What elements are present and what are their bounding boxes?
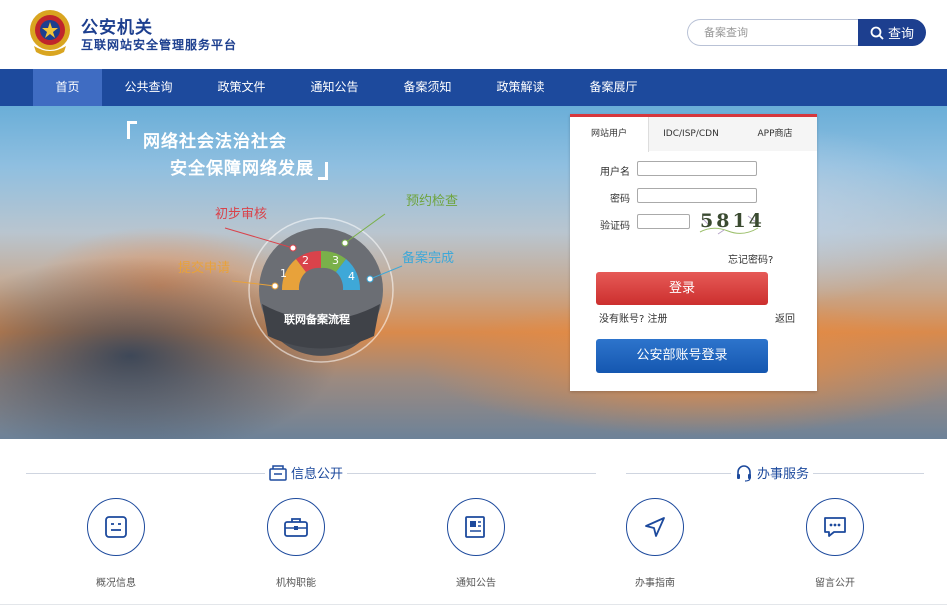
newspaper-icon [465, 516, 485, 538]
search-box [687, 19, 859, 46]
captcha-input[interactable] [637, 214, 690, 229]
nav-item-policy-interpretation[interactable]: 政策解读 [486, 69, 555, 106]
service-org-circle [267, 498, 325, 556]
service-guide-label: 办事指南 [635, 578, 675, 589]
service-guide-circle [626, 498, 684, 556]
login-tabs: 网站用户 IDC/ISP/CDN APP商店 [570, 117, 817, 152]
slogan-line-2: 安全保障网络发展 [170, 159, 314, 179]
main-nav: 首页 公共查询 政策文件 通知公告 备案须知 政策解读 备案展厅 [0, 69, 947, 106]
info-section-label: 信息公开 [291, 467, 344, 482]
service-messages-circle [806, 498, 864, 556]
service-notices[interactable]: 通知公告 [416, 498, 536, 589]
process-wheel [224, 213, 403, 363]
service-guide[interactable]: 办事指南 [595, 498, 715, 589]
process-center-label: 联网备案流程 [284, 313, 350, 326]
service-overview[interactable]: 概况信息 [56, 498, 176, 589]
briefcase-icon [284, 518, 308, 537]
step-3-label: 预约检查 [406, 194, 459, 209]
nav-item-home[interactable]: 首页 [33, 69, 102, 106]
captcha-text: 5814 [700, 210, 765, 232]
login-panel: 网站用户 IDC/ISP/CDN APP商店 用户名 密码 验证码 5814 忘… [570, 114, 817, 391]
nav-item-filing-guide[interactable]: 备案须知 [393, 69, 462, 106]
site-subtitle: 互联网站安全管理服务平台 [81, 38, 238, 52]
site-title: 公安机关 [81, 18, 153, 38]
step-3-number: 3 [332, 254, 339, 267]
step-1-number: 1 [280, 267, 287, 280]
search-input[interactable] [704, 20, 854, 45]
headset-icon [737, 464, 751, 482]
captcha-image[interactable]: 5814 [698, 210, 762, 236]
police-account-login-button[interactable]: 公安部账号登录 [596, 339, 768, 373]
service-org-label: 机构职能 [276, 578, 316, 589]
tab-website-user[interactable]: 网站用户 [570, 117, 649, 152]
slogan-line-1: 网络社会法治社会 [143, 132, 287, 152]
search-button-label: 查询 [887, 27, 914, 42]
footer-divider [0, 604, 947, 605]
password-label: 密码 [610, 194, 630, 205]
info-section-title: 信息公开 [265, 463, 348, 482]
login-button[interactable]: 登录 [596, 272, 768, 305]
register-link[interactable]: 注册 [648, 314, 668, 325]
slogan-bracket-left [127, 121, 137, 139]
service-section-label: 办事服务 [757, 467, 810, 482]
tab-app-store[interactable]: APP商店 [733, 117, 817, 151]
nav-item-filing-showcase[interactable]: 备案展厅 [579, 69, 648, 106]
search-button[interactable]: 查询 [858, 19, 926, 46]
service-notices-circle [447, 498, 505, 556]
search-icon [870, 26, 884, 40]
back-link[interactable]: 返回 [775, 310, 795, 325]
step-2-number: 2 [302, 254, 309, 267]
nav-item-notices[interactable]: 通知公告 [300, 69, 369, 106]
police-emblem-icon [30, 10, 70, 56]
navigation-icon [645, 517, 665, 537]
service-overview-circle [87, 498, 145, 556]
service-notices-label: 通知公告 [456, 578, 496, 589]
filing-process-diagram: 1 2 3 4 提交申请 初步审核 预约检查 备案完成 联网备案流程 [160, 186, 480, 416]
service-overview-label: 概况信息 [96, 578, 136, 589]
no-account-row: 没有账号? 注册 [599, 310, 668, 325]
step-4-number: 4 [348, 270, 355, 283]
username-label: 用户名 [600, 167, 630, 178]
slogan-bracket-right [318, 162, 328, 180]
nav-item-public-query[interactable]: 公共查询 [114, 69, 183, 106]
captcha-label: 验证码 [600, 221, 630, 232]
tab-idc-isp-cdn[interactable]: IDC/ISP/CDN [649, 117, 733, 151]
services-section: 信息公开 办事服务 概况信息 机构职能 通知公告 办事指南 留言公开 [0, 439, 947, 606]
step-2-label: 初步审核 [215, 207, 268, 222]
service-messages[interactable]: 留言公开 [775, 498, 895, 589]
service-messages-label: 留言公开 [815, 578, 855, 589]
no-account-text: 没有账号? [599, 314, 645, 325]
username-input[interactable] [637, 161, 757, 176]
overview-icon [105, 516, 127, 538]
message-icon [824, 517, 846, 537]
step-4-label: 备案完成 [402, 251, 455, 266]
password-input[interactable] [637, 188, 757, 203]
service-org-functions[interactable]: 机构职能 [236, 498, 356, 589]
nav-item-policy-docs[interactable]: 政策文件 [207, 69, 276, 106]
service-section-title: 办事服务 [731, 463, 814, 482]
header: 公安机关 互联网站安全管理服务平台 查询 [0, 0, 947, 69]
info-disclosure-icon [269, 464, 287, 481]
step-1-label: 提交申请 [178, 261, 231, 276]
forgot-password-link[interactable]: 忘记密码? [728, 251, 773, 266]
